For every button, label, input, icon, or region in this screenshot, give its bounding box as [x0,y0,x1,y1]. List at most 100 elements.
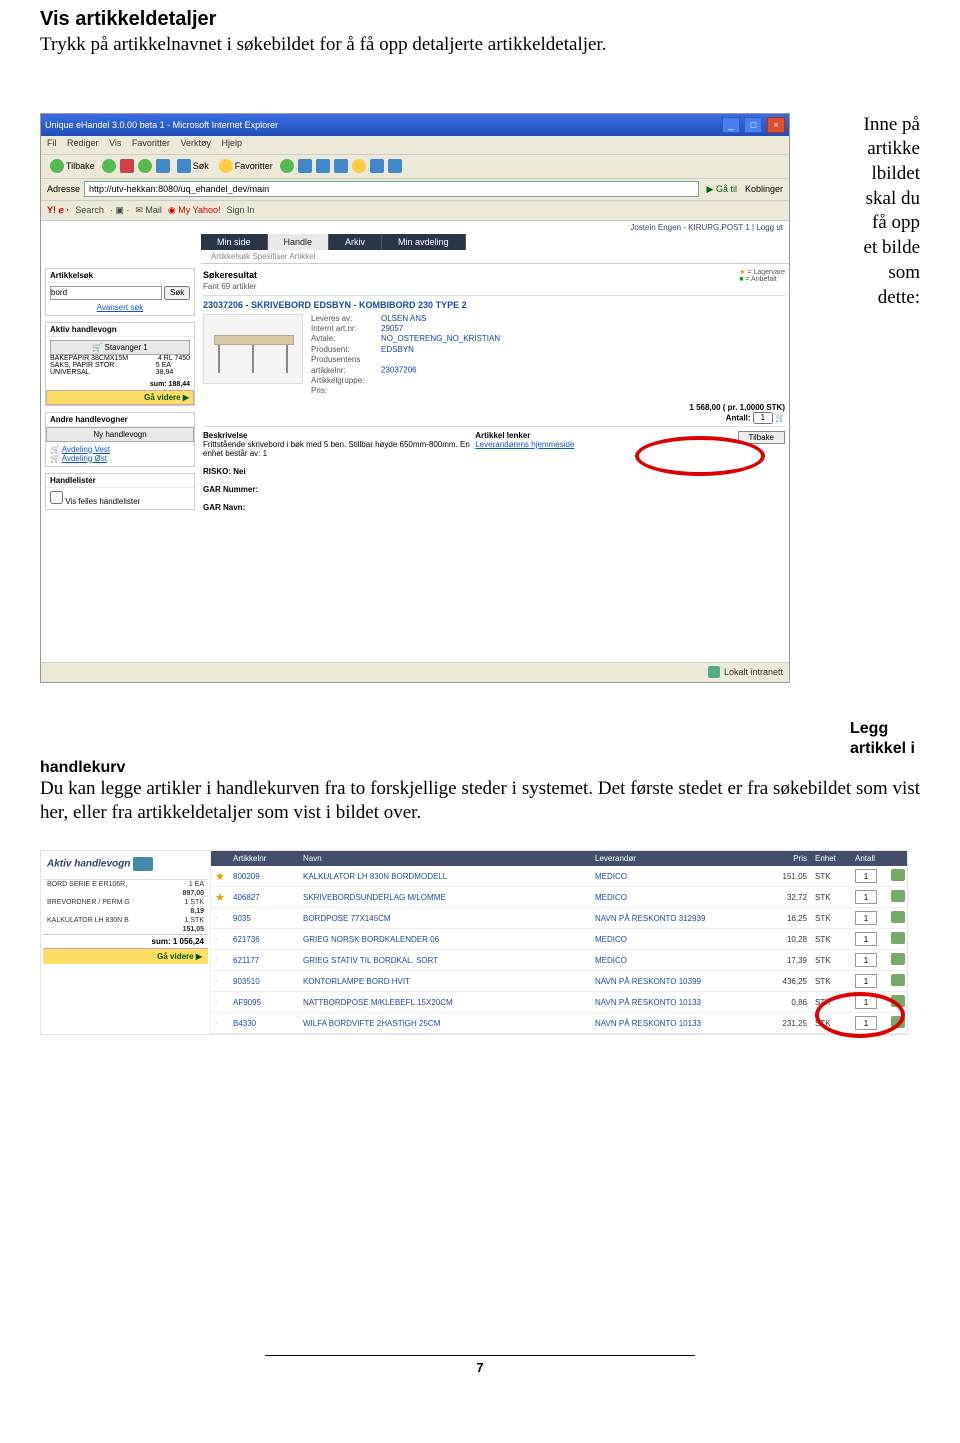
cell-name[interactable]: GRIEG STATIV TIL BORDKAL. SORT [299,953,591,968]
dept-link[interactable]: 🛒 Avdeling Øst [50,454,190,463]
ybar-myyahoo[interactable]: ◉ My Yahoo! [168,205,221,216]
toolbar-icon[interactable] [298,159,312,173]
cell-name[interactable]: BORDPOSE 77X145CM [299,911,591,926]
cell-name[interactable]: KONTORLAMPE BORD HVIT [299,974,591,989]
ybar-mail[interactable]: ✉ Mail [135,205,162,216]
table-row: ·AF9095NATTBORDPOSE M/KLEBEFL.15X20CMNAV… [211,992,907,1013]
article-title[interactable]: 23037206 - SKRIVEBORD EDSBYN - KOMBIBORD… [203,295,785,310]
tab-min-avdeling[interactable]: Min avdeling [382,234,466,250]
search-button[interactable]: Søk [164,286,190,300]
add-to-cart-icon[interactable] [891,953,905,965]
add-to-cart-icon[interactable] [891,995,905,1007]
toolbar-icon[interactable] [280,159,294,173]
cell-supplier[interactable]: MEDICO [591,869,761,884]
cell-name[interactable]: NATTBORDPOSE M/KLEBEFL.15X20CM [299,995,591,1010]
toolbar-icon[interactable] [388,159,402,173]
cell-supplier[interactable]: NAVN PÅ RESKONTO 312939 [591,911,761,926]
menu-item[interactable]: Rediger [67,138,99,148]
window-titlebar: Unique eHandel 3.0.00 beta 1 - Microsoft… [41,114,789,136]
tab-min-side[interactable]: Min side [201,234,268,250]
description-heading: Beskrivelse [203,431,247,440]
supplier-homepage-link[interactable]: Leverandørens hjemmeside [475,440,574,449]
qty-input[interactable] [855,953,877,967]
cell-unit: STK [811,953,851,968]
cell-artnr[interactable]: 9035 [229,911,299,926]
ie-toolbar: Tilbake Søk Favoritter [41,154,789,178]
menu-item[interactable]: Hjelp [221,138,242,148]
menu-item[interactable]: Vis [109,138,121,148]
minimize-icon[interactable]: _ [722,117,740,133]
links-label[interactable]: Koblinger [745,184,783,194]
add-to-cart-icon[interactable] [891,1016,905,1028]
cell-artnr[interactable]: 621177 [229,953,299,968]
add-to-cart-icon[interactable] [891,932,905,944]
cell-price: 16,25 [761,911,811,926]
ybar-search[interactable]: Search [75,205,104,215]
tab-arkiv[interactable]: Arkiv [329,234,382,250]
cell-artnr[interactable]: 406827 [229,890,299,905]
forward-icon[interactable] [102,159,116,173]
cart-continue-button[interactable]: Gå videre ▶ [46,390,194,405]
maximize-icon[interactable]: □ [744,117,762,133]
cell-supplier[interactable]: MEDICO [591,890,761,905]
close-icon[interactable]: × [767,117,785,133]
address-input[interactable] [84,181,699,197]
cell-supplier[interactable]: NAVN PÅ RESKONTO 10133 [591,1016,761,1031]
advanced-search-link[interactable]: Avansert søk [97,303,144,312]
toolbar-icon[interactable] [316,159,330,173]
qty-input[interactable] [855,932,877,946]
toolbar-icon[interactable] [370,159,384,173]
menu-item[interactable]: Fil [47,138,57,148]
qty-input[interactable] [855,1016,877,1030]
add-to-cart-icon[interactable] [891,869,905,881]
cell-name[interactable]: SKRIVEBORDSUNDERLAG M/LOMME [299,890,591,905]
cell-supplier[interactable]: NAVN PÅ RESKONTO 10399 [591,974,761,989]
back-button[interactable]: Tilbake [47,158,98,174]
add-to-cart-icon[interactable] [891,890,905,902]
add-to-cart-icon[interactable] [891,911,905,923]
article-search-input[interactable] [50,286,162,300]
cell-supplier[interactable]: MEDICO [591,932,761,947]
add-to-cart-icon[interactable] [891,974,905,986]
cell-artnr[interactable]: 621736 [229,932,299,947]
toolbar-icon[interactable] [334,159,348,173]
qty-input[interactable] [855,911,877,925]
qty-input[interactable] [753,412,773,424]
new-cart-button[interactable]: Ny handlevogn [46,427,194,442]
stop-icon[interactable] [120,159,134,173]
cell-artnr[interactable]: 800209 [229,869,299,884]
show-shared-lists[interactable]: Vis felles handlelister [50,497,140,506]
yahoo-logo: Y! ℯ · [47,205,69,216]
home-icon[interactable] [156,159,170,173]
col-qty: Antall [851,851,887,866]
cell-artnr[interactable]: B4330 [229,1016,299,1031]
favorites-button[interactable]: Favoritter [216,158,276,174]
back-button[interactable]: Tilbake [738,431,786,444]
cell-artnr[interactable]: AF9095 [229,995,299,1010]
cell-name[interactable]: GRIEG NORSK BORDKALENDER 06 [299,932,591,947]
tab-handle[interactable]: Handle [268,234,330,250]
toolbar-icon[interactable] [352,159,366,173]
cart-name[interactable]: 🛒 Stavanger 1 [50,340,190,355]
qty-input[interactable] [855,869,877,883]
refresh-icon[interactable] [138,159,152,173]
search-icon [177,159,191,173]
cell-supplier[interactable]: MEDICO [591,953,761,968]
cell-supplier[interactable]: NAVN PÅ RESKONTO 10133 [591,995,761,1010]
cell-artnr[interactable]: 903510 [229,974,299,989]
qty-label: Antall: [726,413,751,422]
search-button[interactable]: Søk [174,158,212,174]
dept-link[interactable]: 🛒 Avdeling Vest [50,445,190,454]
menu-item[interactable]: Favoritter [132,138,170,148]
go-button[interactable]: ▶ Gå til [703,184,741,195]
add-to-cart-icon[interactable]: 🛒 [775,413,785,422]
cart-continue-button[interactable]: Gå videre ▶ [43,948,208,964]
user-link[interactable]: Jostein Engen - KIRURG.POST 1 | Logg ut [630,223,783,232]
qty-input[interactable] [855,974,877,988]
cell-name[interactable]: KALKULATOR LH 830N BORDMODELL [299,869,591,884]
qty-input[interactable] [855,995,877,1009]
menu-item[interactable]: Verktøy [180,138,211,148]
ybar-signin[interactable]: Sign In [226,205,254,215]
qty-input[interactable] [855,890,877,904]
cell-name[interactable]: WILFA BORDVIFTE 2HASTIGH 25CM [299,1016,591,1031]
